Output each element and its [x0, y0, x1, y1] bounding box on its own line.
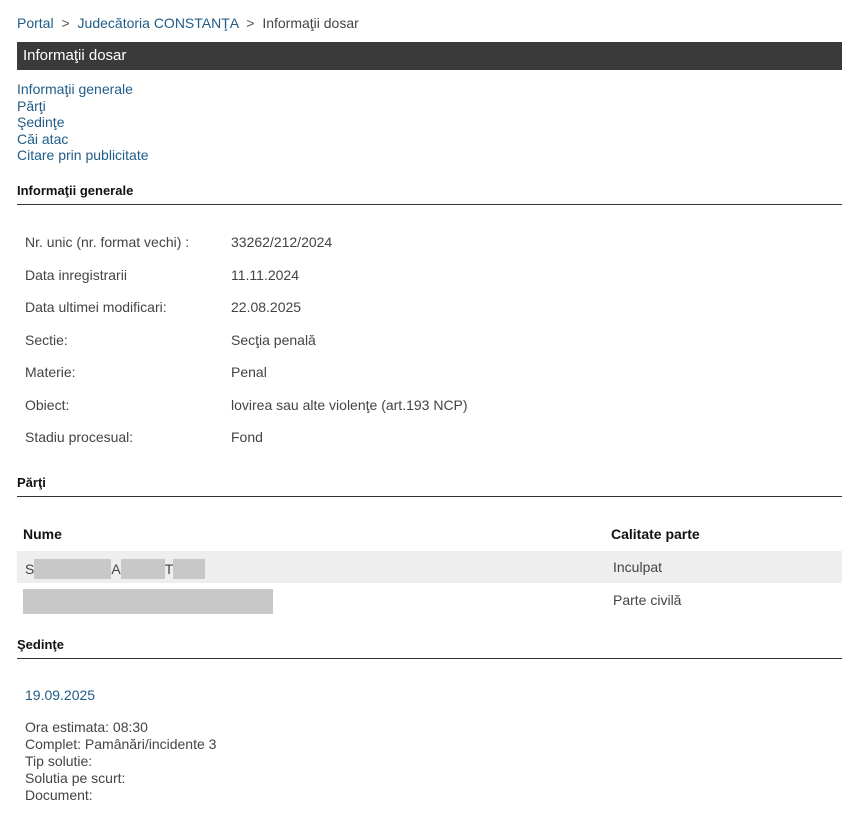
hearing-date[interactable]: 19.09.2025: [25, 687, 95, 703]
info-label: Stadiu procesual:: [25, 429, 134, 445]
page-title: Informaţii dosar: [17, 42, 842, 70]
hearing-detail-document: Document:: [25, 787, 93, 803]
party-name-redacted: [23, 589, 273, 614]
nav-link-cai-atac[interactable]: Căi atac: [17, 131, 149, 148]
redaction-block: [34, 559, 112, 579]
nav-link-sedinte[interactable]: Şedinţe: [17, 114, 149, 131]
section-nav: Informaţii generale Părţi Şedinţe Căi at…: [17, 81, 149, 164]
hearing-detail-solutia: Solutia pe scurt:: [25, 770, 126, 786]
section-title-sedinte: Şedinţe: [17, 637, 842, 659]
breadcrumb: Portal > Judecătoria CONSTANŢA > Informa…: [17, 15, 359, 31]
info-value: 22.08.2025: [231, 299, 302, 315]
info-row: Nr. unic (nr. format vechi) : 33262/212/…: [25, 226, 468, 259]
breadcrumb-portal-link[interactable]: Portal: [17, 15, 54, 31]
info-value: Penal: [231, 364, 267, 380]
hearing-detail-complet: Complet: Pamânări/incidente 3: [25, 736, 217, 752]
table-row: Parte civilă: [17, 584, 842, 616]
redaction-block: [23, 589, 273, 614]
hearing-details: Ora estimata: 08:30 Complet: Pamânări/in…: [25, 719, 216, 804]
section-title-general: Informaţii generale: [17, 183, 842, 205]
party-role: Parte civilă: [613, 592, 682, 608]
info-value: Fond: [231, 429, 263, 445]
name-initial: A: [111, 561, 121, 577]
info-value: lovirea sau alte violenţe (art.193 NCP): [231, 396, 468, 413]
party-name-redacted: S A T: [25, 559, 206, 579]
name-initial: T: [164, 561, 174, 577]
column-header-calitate: Calitate parte: [611, 526, 700, 542]
info-label: Sectie:: [25, 331, 68, 348]
info-row: Data inregistrarii 11.11.2024: [25, 259, 468, 292]
parti-table-header: Nume Calitate parte: [17, 522, 842, 544]
breadcrumb-separator: >: [61, 15, 70, 31]
section-title-parti: Părţi: [17, 475, 842, 497]
info-row: Obiect: lovirea sau alte violenţe (art.1…: [25, 389, 468, 422]
hearing-detail-tip-solutie: Tip solutie:: [25, 753, 93, 769]
info-label: Data inregistrarii: [25, 266, 127, 283]
party-role: Inculpat: [613, 559, 663, 575]
nav-link-citare[interactable]: Citare prin publicitate: [17, 147, 149, 164]
info-label: Obiect:: [25, 396, 70, 413]
nav-link-informatii-generale[interactable]: Informaţii generale: [17, 81, 149, 98]
info-label: Materie:: [25, 364, 76, 380]
breadcrumb-court-link[interactable]: Judecătoria CONSTANŢA: [78, 15, 239, 31]
column-header-nume: Nume: [23, 526, 62, 542]
info-value: 11.11.2024: [231, 266, 299, 283]
breadcrumb-current: Informaţii dosar: [262, 15, 359, 31]
hearing-detail-ora: Ora estimata: 08:30: [25, 719, 148, 735]
info-label: Nr. unic (nr. format vechi) :: [25, 234, 190, 250]
info-label: Data ultimei modificari:: [25, 299, 167, 315]
nav-link-parti[interactable]: Părţi: [17, 98, 149, 115]
info-value: Secţia penală: [231, 331, 316, 348]
breadcrumb-separator: >: [246, 15, 255, 31]
redaction-block: [120, 559, 165, 579]
info-row: Sectie: Secţia penală: [25, 324, 468, 357]
info-row: Stadiu procesual: Fond: [25, 421, 468, 454]
redaction-block: [173, 559, 206, 579]
info-value: 33262/212/2024: [231, 234, 333, 250]
info-row: Materie: Penal: [25, 356, 468, 389]
general-info-table: Nr. unic (nr. format vechi) : 33262/212/…: [25, 226, 468, 454]
info-row: Data ultimei modificari: 22.08.2025: [25, 291, 468, 324]
name-initial: S: [25, 561, 35, 577]
table-row: S A T Inculpat: [17, 551, 842, 583]
